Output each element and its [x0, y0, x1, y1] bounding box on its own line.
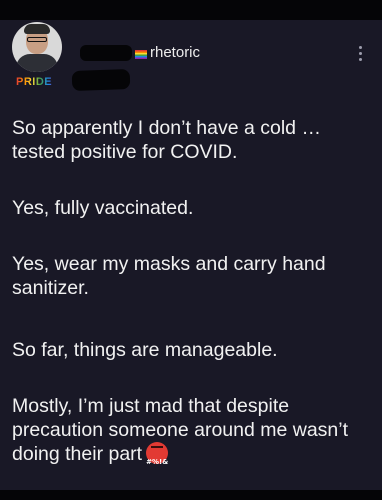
- post-paragraph-5-text: Mostly, I’m just mad that despite precau…: [12, 395, 349, 465]
- post-paragraph-1: So apparently I don’t have a cold … test…: [12, 117, 321, 163]
- avatar-hair: [24, 24, 50, 34]
- redacted-username: [71, 68, 131, 92]
- avatar-shirt: [16, 54, 58, 72]
- post-paragraph-4: So far, things are manageable.: [12, 339, 278, 361]
- post-paragraph-2: Yes, fully vaccinated.: [12, 197, 194, 219]
- bottom-frame-bar: [0, 490, 382, 500]
- rainbow-flag-icon: [135, 50, 147, 59]
- avatar-glasses: [27, 37, 47, 42]
- redacted-name: [80, 45, 132, 61]
- top-frame-bar: [0, 0, 382, 20]
- user-avatar[interactable]: [12, 22, 62, 72]
- user-handle[interactable]: rhetoric: [150, 44, 200, 61]
- more-options-icon[interactable]: [356, 46, 364, 68]
- avatar-shirt-text: PRIDE: [16, 76, 56, 90]
- post-paragraph-5: Mostly, I’m just mad that despite precau…: [12, 394, 372, 466]
- swearing-face-icon: #%!&: [146, 442, 168, 466]
- post-paragraph-3: Yes, wear my masks and carry hand saniti…: [12, 253, 326, 299]
